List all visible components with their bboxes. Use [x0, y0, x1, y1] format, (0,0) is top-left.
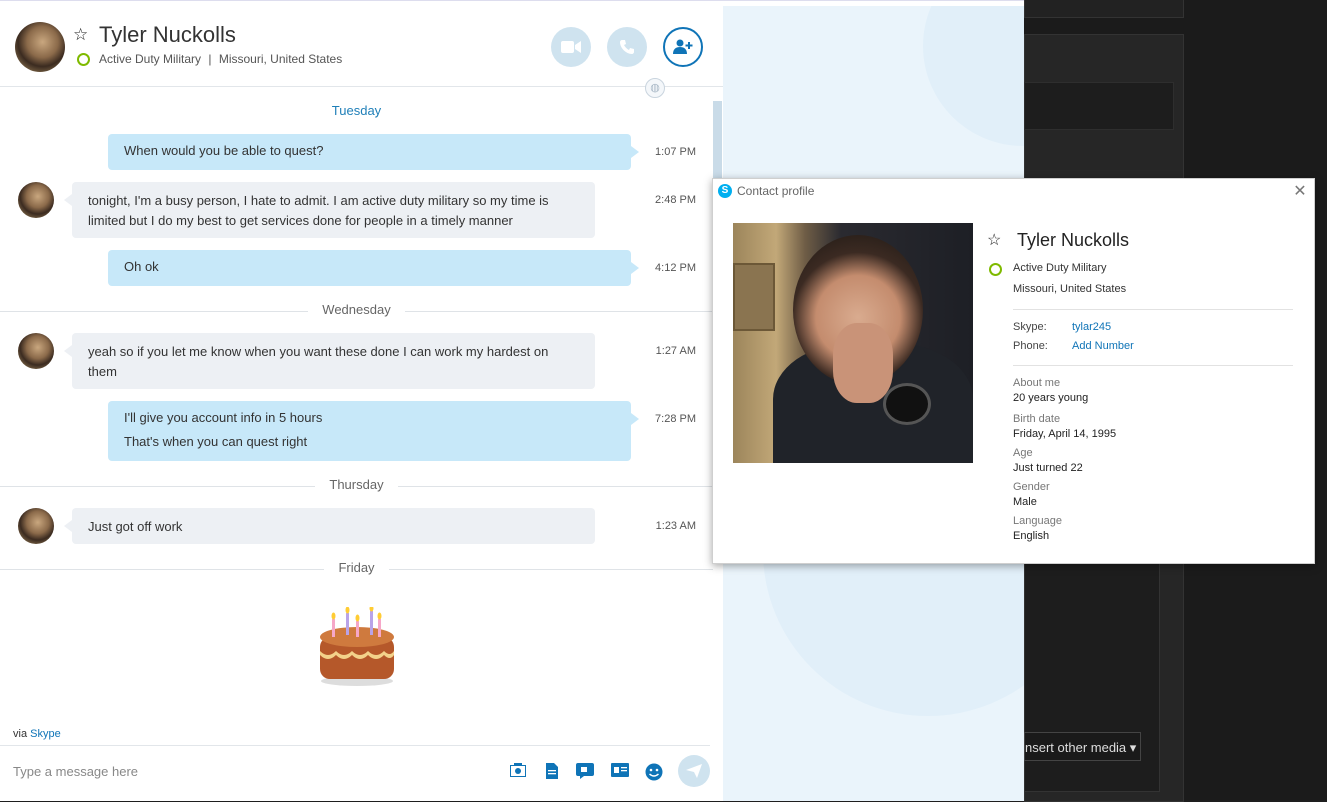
skype-label: Skype:: [1013, 321, 1047, 333]
message-outgoing[interactable]: When would you be able to quest?: [108, 134, 639, 170]
message-text: That's when you can quest right: [124, 434, 308, 449]
close-icon[interactable]: ✕: [1291, 181, 1309, 200]
message-incoming[interactable]: tonight, I'm a busy person, I hate to ad…: [64, 182, 595, 238]
day-label: Tuesday: [317, 103, 396, 118]
mood-text: Active Duty Military: [99, 52, 202, 66]
star-icon[interactable]: ☆: [987, 230, 1001, 250]
day-separator: Wednesday: [0, 302, 713, 322]
insert-other-media-button[interactable]: nsert other media ▾: [1024, 732, 1141, 761]
day-label: Friday: [324, 560, 389, 575]
birthday-cake-emoticon[interactable]: [318, 607, 396, 687]
gender-value: Male: [1013, 496, 1037, 508]
emoticon-icon[interactable]: [645, 763, 663, 781]
birth-date-value: Friday, April 14, 1995: [1013, 428, 1117, 440]
avatar[interactable]: [15, 22, 65, 72]
dialog-title: Contact profile: [737, 184, 815, 198]
divider: [0, 745, 710, 746]
contact-name[interactable]: Tyler Nuckolls: [99, 22, 236, 48]
day-label: Wednesday: [308, 302, 405, 317]
message-incoming[interactable]: yeah so if you let me know when you want…: [64, 333, 595, 389]
message-text: When would you be able to quest?: [124, 143, 324, 158]
message-text: Just got off work: [88, 519, 183, 534]
day-separator: Tuesday: [0, 103, 713, 123]
contact-subtitle: Active Duty Military | Missouri, United …: [99, 52, 342, 66]
video-call-button[interactable]: [551, 27, 591, 67]
message-text: yeah so if you let me know when you want…: [88, 344, 549, 379]
video-camera-icon: [561, 41, 581, 53]
avatar[interactable]: [18, 333, 54, 369]
via-text: via: [13, 728, 28, 740]
phone-icon: [620, 40, 634, 54]
send-button[interactable]: [678, 755, 710, 787]
via-skype-label: via Skype: [13, 728, 61, 740]
day-separator: Thursday: [0, 477, 713, 497]
video-message-icon[interactable]: [576, 763, 594, 779]
gender-label: Gender: [1013, 481, 1050, 493]
profile-mood: Active Duty Military: [1013, 262, 1107, 274]
translator-icon[interactable]: ◍: [645, 78, 665, 98]
image-icon[interactable]: [509, 763, 527, 779]
language-label: Language: [1013, 515, 1062, 527]
audio-call-button[interactable]: [607, 27, 647, 67]
separator: |: [208, 52, 212, 66]
message-input[interactable]: Type a message here: [13, 764, 138, 779]
message-outgoing[interactable]: Oh ok: [108, 250, 639, 286]
add-person-icon: [673, 39, 693, 54]
divider: [1013, 309, 1293, 310]
age-value: Just turned 22: [1013, 462, 1083, 474]
avatar[interactable]: [18, 182, 54, 218]
profile-photo: [733, 223, 973, 463]
skype-name[interactable]: tylar245: [1072, 321, 1111, 333]
message-text: tonight, I'm a busy person, I hate to ad…: [88, 193, 549, 228]
add-number-link[interactable]: Add Number: [1072, 340, 1134, 352]
profile-name: Tyler Nuckolls: [1017, 230, 1130, 250]
message-text: Oh ok: [124, 259, 159, 274]
about-label: About me: [1013, 377, 1061, 389]
add-people-button[interactable]: [663, 27, 703, 67]
contact-profile-dialog: S Contact profile ✕ ☆ Tyler Nuckolls Act…: [712, 178, 1315, 564]
language-value: English: [1013, 530, 1050, 542]
decorative-circle: [923, 6, 1024, 146]
status-online-icon: [989, 263, 1002, 276]
age-label: Age: [1013, 447, 1033, 459]
skype-link[interactable]: Skype: [30, 728, 61, 740]
background-panel: [1024, 82, 1174, 130]
insert-media-label: nsert other media ▾: [1025, 740, 1137, 755]
phone-label: Phone:: [1013, 340, 1048, 352]
message-time: 1:27 AM: [655, 345, 696, 357]
about-value: 20 years young: [1013, 392, 1089, 404]
status-online-icon: [77, 53, 90, 66]
day-label: Thursday: [315, 477, 398, 492]
background-panel: [1024, 0, 1184, 18]
send-icon: [686, 764, 702, 778]
message-incoming[interactable]: Just got off work: [64, 508, 595, 544]
divider: [1013, 365, 1293, 366]
contact-card-icon[interactable]: [611, 763, 629, 779]
location-text: Missouri, United States: [218, 52, 343, 66]
message-time: 1:07 PM: [655, 146, 696, 158]
message-outgoing[interactable]: I'll give you account info in 5 hours Th…: [108, 401, 639, 461]
avatar[interactable]: [18, 508, 54, 544]
day-separator: Friday: [0, 560, 713, 580]
message-time: 2:48 PM: [655, 194, 696, 206]
birth-date-label: Birth date: [1013, 413, 1061, 425]
message-time: 7:28 PM: [655, 413, 696, 425]
file-icon[interactable]: [543, 763, 561, 779]
skype-logo-icon: S: [718, 184, 732, 198]
message-text: I'll give you account info in 5 hours: [124, 410, 323, 425]
star-icon[interactable]: ☆: [73, 25, 88, 45]
message-time: 1:23 AM: [655, 520, 696, 532]
message-time: 4:12 PM: [655, 262, 696, 274]
profile-location: Missouri, United States: [1013, 283, 1127, 295]
